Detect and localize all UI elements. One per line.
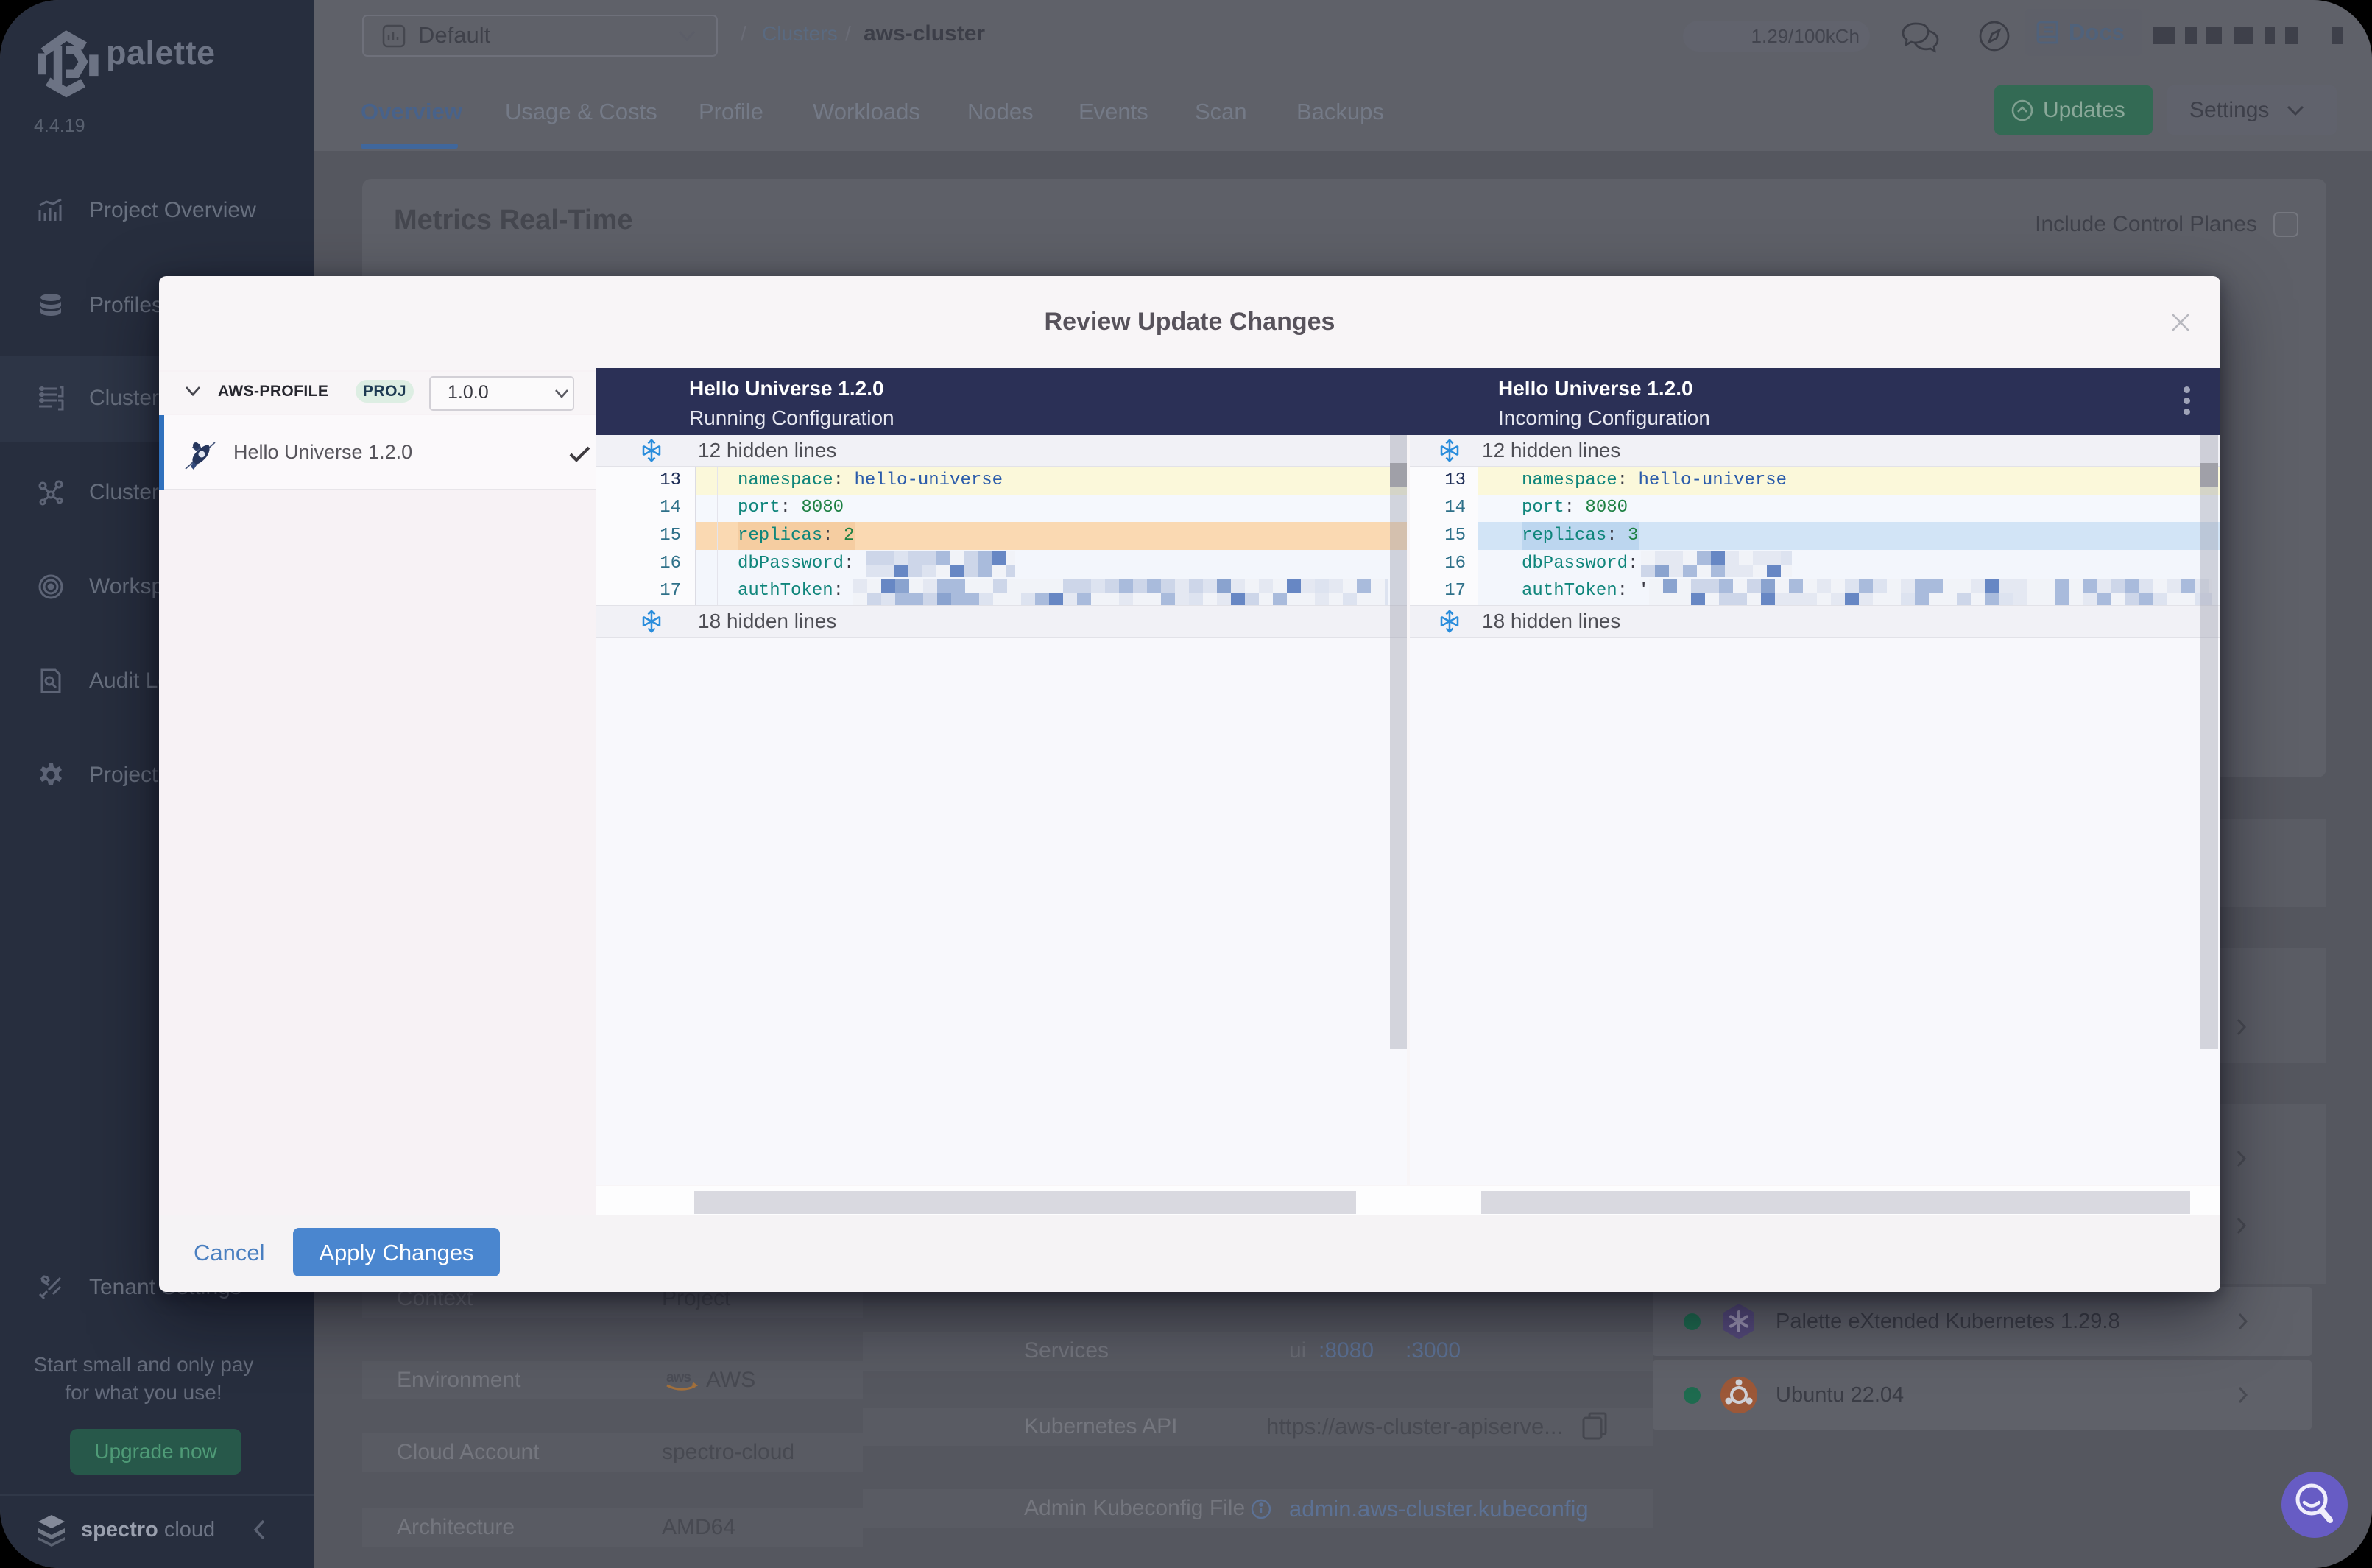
svg-text:aws: aws	[666, 1370, 691, 1385]
